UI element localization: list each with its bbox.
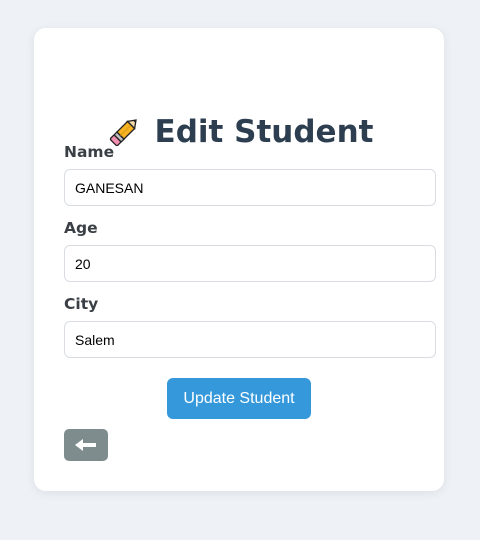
update-student-button[interactable]: Update Student <box>167 378 311 419</box>
city-input[interactable] <box>64 321 436 358</box>
page-title: Edit Student <box>154 114 374 150</box>
name-input[interactable] <box>64 169 436 206</box>
city-label: City <box>64 295 99 313</box>
left-arrow-icon <box>75 436 97 455</box>
edit-student-card: Edit Student Name Age City Update Studen… <box>34 28 444 491</box>
age-input[interactable] <box>64 245 436 282</box>
name-label: Name <box>64 143 115 161</box>
back-button[interactable] <box>64 429 108 461</box>
age-label: Age <box>64 219 98 237</box>
